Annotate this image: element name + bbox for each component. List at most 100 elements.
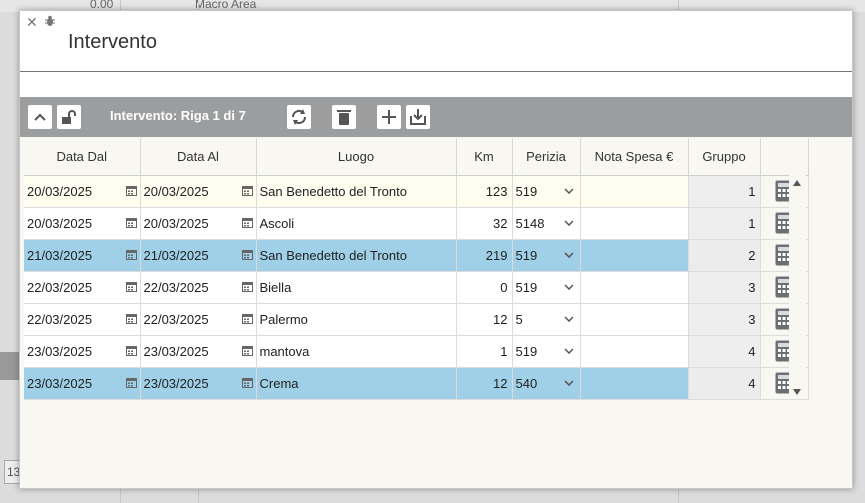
cell-km[interactable]: 12 [456,367,513,400]
save-button[interactable] [406,105,430,129]
cell-luogo[interactable]: San Benedetto del Tronto [256,239,457,272]
cell-perizia[interactable]: 519 [512,335,581,368]
cell-perizia[interactable]: 519 [512,175,581,208]
cell-data-al[interactable]: 20/03/2025 [140,175,257,208]
calendar-icon[interactable] [125,314,137,324]
cell-luogo[interactable]: Crema [256,367,457,400]
calendar-icon[interactable] [125,378,137,388]
cell-data-al[interactable]: 22/03/2025 [140,271,257,304]
calendar-icon[interactable] [125,282,137,292]
dialog-title: Intervento [68,31,157,53]
column-header-data-dal[interactable]: Data Dal [24,138,141,176]
cell-km[interactable]: 0 [456,271,513,304]
data-al-value: 23/03/2025 [143,375,209,391]
calendar-icon[interactable] [125,218,137,228]
column-header-perizia[interactable]: Perizia [512,138,581,176]
cell-gruppo: 1 [688,207,761,240]
cell-luogo[interactable]: Biella [256,271,457,304]
column-header-luogo[interactable]: Luogo [256,138,457,176]
cell-data-al[interactable]: 23/03/2025 [140,335,257,368]
cell-nota-spesa[interactable] [580,303,689,336]
cell-perizia[interactable]: 540 [512,367,581,400]
table-row[interactable]: 23/03/2025 23/03/2025 mantova 1 519 4 [24,335,809,368]
scroll-up-arrow-icon[interactable] [793,180,801,186]
cell-luogo[interactable]: Palermo [256,303,457,336]
chevron-down-icon[interactable] [563,316,574,322]
cell-luogo[interactable]: Ascoli [256,207,457,240]
cell-nota-spesa[interactable] [580,271,689,304]
chevron-down-icon[interactable] [563,380,574,386]
cell-nota-spesa[interactable] [580,335,689,368]
table-row[interactable]: 21/03/2025 21/03/2025 San Benedetto del Tr… [24,239,809,272]
calendar-icon[interactable] [125,186,137,196]
cell-data-dal[interactable]: 22/03/2025 [24,303,141,336]
calendar-icon[interactable] [241,218,253,228]
cell-data-dal[interactable]: 20/03/2025 [24,207,141,240]
table-row[interactable]: 22/03/2025 22/03/2025 Palermo 12 5 3 [24,303,809,336]
scroll-down-arrow-icon[interactable] [793,389,801,395]
column-header-km[interactable]: Km [456,138,513,176]
calendar-icon[interactable] [241,250,253,260]
cell-data-dal[interactable]: 21/03/2025 [24,239,141,272]
cell-data-dal[interactable]: 23/03/2025 [24,367,141,400]
cell-gruppo: 4 [688,367,761,400]
refresh-button[interactable] [287,105,311,129]
cell-nota-spesa[interactable] [580,207,689,240]
cell-data-dal[interactable]: 22/03/2025 [24,271,141,304]
cell-gruppo: 2 [688,239,761,272]
calendar-icon[interactable] [125,250,137,260]
column-header-nota-spesa[interactable]: Nota Spesa € [580,138,689,176]
chevron-down-icon[interactable] [563,348,574,354]
table-row[interactable]: 20/03/2025 20/03/2025 Ascoli 32 5148 1 [24,207,809,240]
calendar-icon[interactable] [241,378,253,388]
close-icon[interactable]: ✕ [26,14,38,31]
chevron-down-icon[interactable] [563,252,574,258]
table-row[interactable]: 23/03/2025 23/03/2025 Crema 12 540 4 [24,367,809,400]
add-row-button[interactable] [377,105,401,129]
cell-nota-spesa[interactable] [580,367,689,400]
cell-km[interactable]: 123 [456,175,513,208]
download-icon [410,109,426,125]
calendar-icon[interactable] [241,346,253,356]
calendar-icon[interactable] [241,186,253,196]
calendar-icon[interactable] [241,314,253,324]
column-header-gruppo[interactable]: Gruppo [688,138,761,176]
unlock-button[interactable] [57,105,81,129]
calendar-icon[interactable] [125,346,137,356]
cell-km[interactable]: 219 [456,239,513,272]
cell-data-dal[interactable]: 23/03/2025 [24,335,141,368]
bug-icon[interactable] [44,15,56,27]
cell-perizia[interactable]: 519 [512,271,581,304]
cell-luogo[interactable]: mantova [256,335,457,368]
table-row[interactable]: 22/03/2025 22/03/2025 Biella 0 519 3 [24,271,809,304]
cell-luogo[interactable]: San Benedetto del Tronto [256,175,457,208]
data-dal-value: 20/03/2025 [27,183,93,199]
vertical-scrollbar[interactable] [789,175,806,399]
calendar-icon[interactable] [241,282,253,292]
dialog-header: ✕ Intervento [20,11,852,97]
cell-data-al[interactable]: 22/03/2025 [140,303,257,336]
table-row[interactable]: 20/03/2025 20/03/2025 San Benedetto del Tr… [24,175,809,208]
chevron-down-icon[interactable] [563,284,574,290]
cell-nota-spesa[interactable] [580,239,689,272]
column-header-data-al[interactable]: Data Al [140,138,257,176]
cell-perizia[interactable]: 5148 [512,207,581,240]
cell-data-al[interactable]: 20/03/2025 [140,207,257,240]
record-position-label: Intervento: Riga 1 di 7 [110,108,246,123]
collapse-button[interactable] [28,105,52,129]
cell-km[interactable]: 12 [456,303,513,336]
cell-nota-spesa[interactable] [580,175,689,208]
chevron-down-icon[interactable] [563,220,574,226]
chevron-down-icon[interactable] [563,188,574,194]
cell-km[interactable]: 1 [456,335,513,368]
delete-button[interactable] [332,105,356,129]
cell-data-dal[interactable]: 20/03/2025 [24,175,141,208]
cell-perizia[interactable]: 5 [512,303,581,336]
perizia-value: 5 [515,311,523,327]
chevron-up-icon [34,113,46,121]
header-divider [20,71,852,72]
cell-data-al[interactable]: 23/03/2025 [140,367,257,400]
cell-km[interactable]: 32 [456,207,513,240]
cell-data-al[interactable]: 21/03/2025 [140,239,257,272]
cell-perizia[interactable]: 519 [512,239,581,272]
